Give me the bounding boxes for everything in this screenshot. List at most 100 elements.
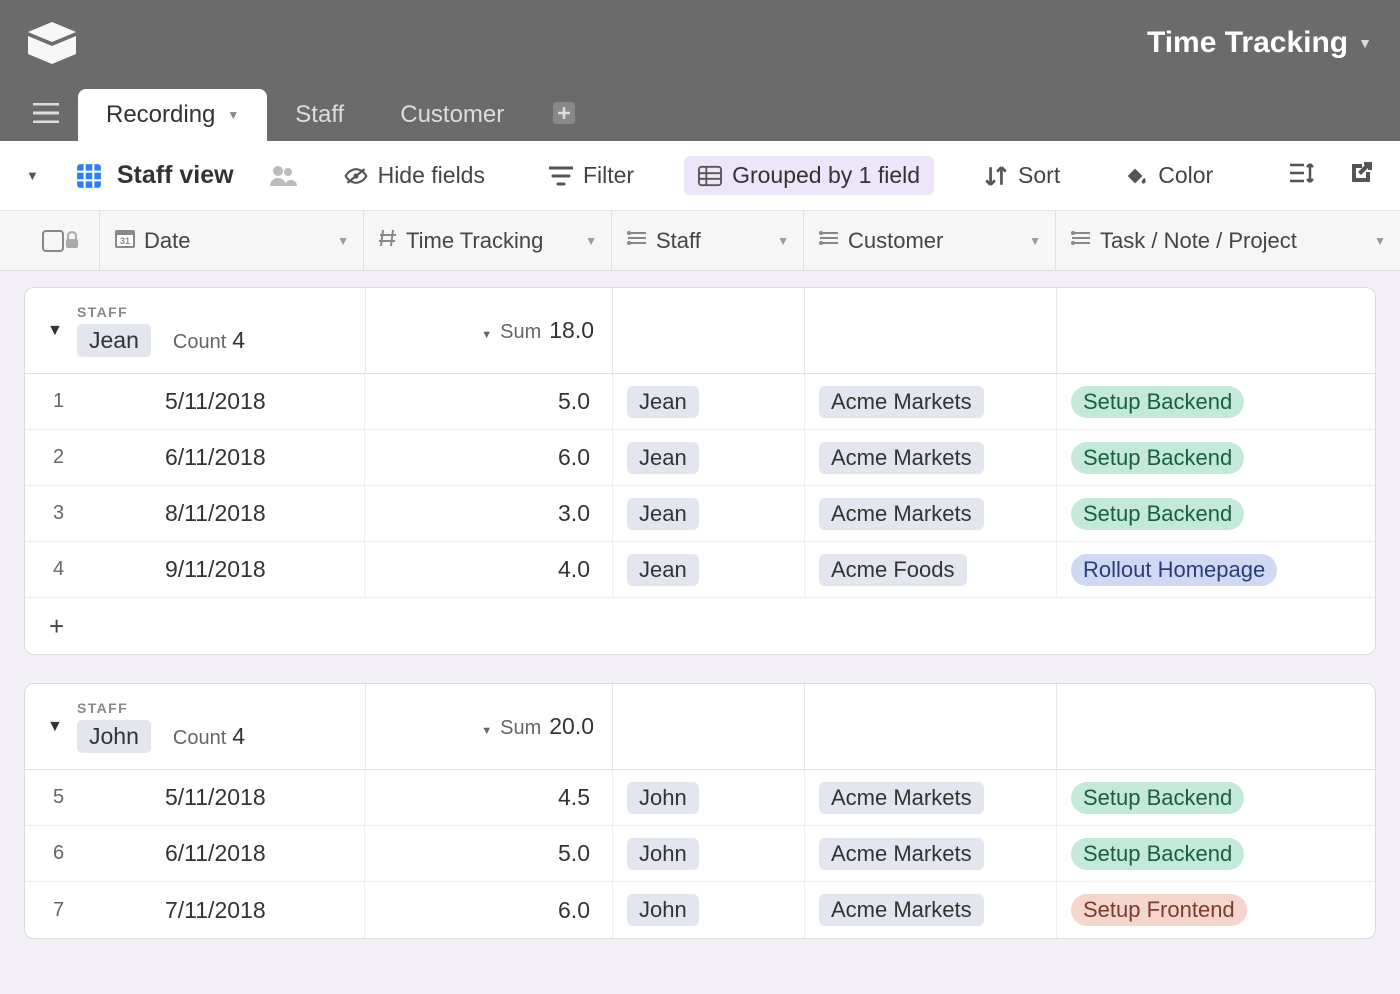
add-tab-button[interactable] xyxy=(540,89,588,137)
column-header-time[interactable]: Time Tracking ▼ xyxy=(364,211,612,270)
row-number: 5 xyxy=(25,770,123,825)
column-header-date[interactable]: 31 Date ▼ xyxy=(100,211,364,270)
row-number: 3 xyxy=(25,486,123,541)
view-selector[interactable]: Staff view xyxy=(75,161,234,190)
row-height-button[interactable] xyxy=(1288,161,1314,191)
cell-task[interactable]: Setup Backend xyxy=(1057,430,1375,485)
cell-task[interactable]: Setup Frontend xyxy=(1057,882,1375,938)
group-button[interactable]: Grouped by 1 field xyxy=(684,156,934,195)
table-row[interactable]: 5 5/11/2018 4.5 John Acme Markets Setup … xyxy=(25,770,1375,826)
color-label: Color xyxy=(1158,162,1213,189)
cell-date[interactable]: 6/11/2018 xyxy=(123,826,365,881)
filter-button[interactable]: Filter xyxy=(535,156,648,195)
table-row[interactable]: 7 7/11/2018 6.0 John Acme Markets Setup … xyxy=(25,882,1375,938)
column-label: Time Tracking xyxy=(406,228,543,254)
tab-staff[interactable]: Staff xyxy=(267,89,372,141)
cell-date[interactable]: 5/11/2018 xyxy=(123,770,365,825)
cell-date[interactable]: 6/11/2018 xyxy=(123,430,365,485)
group-block: ▼ STAFF Jean Count 4 ▼ Sum 18.0 xyxy=(24,287,1376,655)
tab-recording[interactable]: Recording▼ xyxy=(78,89,267,141)
cell-time[interactable]: 3.0 xyxy=(365,486,613,541)
cell-time[interactable]: 6.0 xyxy=(365,430,613,485)
cell-time[interactable]: 6.0 xyxy=(365,882,613,938)
cell-staff[interactable]: Jean xyxy=(613,430,805,485)
cell-time[interactable]: 4.0 xyxy=(365,542,613,597)
cell-date[interactable]: 5/11/2018 xyxy=(123,374,365,429)
cell-staff[interactable]: John xyxy=(613,882,805,938)
caret-down-icon: ▼ xyxy=(481,329,492,341)
customer-pill: Acme Markets xyxy=(819,782,984,814)
caret-down-icon[interactable]: ▼ xyxy=(1374,234,1386,248)
cell-staff[interactable]: John xyxy=(613,770,805,825)
cell-task[interactable]: Setup Backend xyxy=(1057,374,1375,429)
cell-customer[interactable]: Acme Foods xyxy=(805,542,1057,597)
cell-staff[interactable]: Jean xyxy=(613,542,805,597)
grid-icon xyxy=(75,162,103,190)
calendar-icon: 31 xyxy=(114,227,136,255)
task-pill: Setup Backend xyxy=(1071,386,1244,418)
table-row[interactable]: 1 5/11/2018 5.0 Jean Acme Markets Setup … xyxy=(25,374,1375,430)
collapse-icon[interactable]: ▼ xyxy=(47,322,77,340)
link-icon xyxy=(626,229,648,253)
column-header-staff[interactable]: Staff ▼ xyxy=(612,211,804,270)
cell-date[interactable]: 9/11/2018 xyxy=(123,542,365,597)
caret-down-icon[interactable]: ▼ xyxy=(337,234,349,248)
caret-down-icon[interactable]: ▼ xyxy=(1029,234,1041,248)
caret-down-icon[interactable]: ▼ xyxy=(585,234,597,248)
task-pill: Setup Backend xyxy=(1071,498,1244,530)
tab-customer[interactable]: Customer xyxy=(372,89,532,141)
cell-time[interactable]: 5.0 xyxy=(365,826,613,881)
group-count: Count 4 xyxy=(173,723,245,750)
cell-task[interactable]: Rollout Homepage xyxy=(1057,542,1375,597)
cell-task[interactable]: Setup Backend xyxy=(1057,770,1375,825)
cell-customer[interactable]: Acme Markets xyxy=(805,374,1057,429)
sort-icon xyxy=(984,164,1008,188)
collapse-icon[interactable]: ▼ xyxy=(47,718,77,736)
app-title-dropdown[interactable]: Time Tracking ▼ xyxy=(1147,26,1372,60)
cell-customer[interactable]: Acme Markets xyxy=(805,770,1057,825)
add-row-button[interactable]: + xyxy=(25,598,1375,654)
views-menu-caret[interactable]: ▼ xyxy=(26,168,39,183)
hamburger-menu-button[interactable] xyxy=(22,89,70,137)
cell-customer[interactable]: Acme Markets xyxy=(805,826,1057,881)
row-number: 7 xyxy=(25,882,123,938)
tab-label: Staff xyxy=(295,101,344,129)
cell-customer[interactable]: Acme Markets xyxy=(805,430,1057,485)
column-header-task[interactable]: Task / Note / Project ▼ xyxy=(1056,211,1400,270)
link-icon xyxy=(1070,229,1092,253)
sort-button[interactable]: Sort xyxy=(970,156,1074,195)
select-all-checkbox[interactable] xyxy=(42,230,64,252)
caret-down-icon[interactable]: ▼ xyxy=(777,234,789,248)
cell-time[interactable]: 4.5 xyxy=(365,770,613,825)
group-sum[interactable]: ▼ Sum 20.0 xyxy=(365,684,613,769)
cell-time[interactable]: 5.0 xyxy=(365,374,613,429)
share-button[interactable] xyxy=(1348,160,1374,192)
customer-pill: Acme Markets xyxy=(819,498,984,530)
cell-staff[interactable]: John xyxy=(613,826,805,881)
hide-fields-button[interactable]: Hide fields xyxy=(330,156,499,195)
group-sum[interactable]: ▼ Sum 18.0 xyxy=(365,288,613,373)
cell-date[interactable]: 7/11/2018 xyxy=(123,882,365,938)
link-icon xyxy=(818,229,840,253)
table-row[interactable]: 2 6/11/2018 6.0 Jean Acme Markets Setup … xyxy=(25,430,1375,486)
cell-customer[interactable]: Acme Markets xyxy=(805,486,1057,541)
table-row[interactable]: 3 8/11/2018 3.0 Jean Acme Markets Setup … xyxy=(25,486,1375,542)
group-header[interactable]: ▼ STAFF John Count 4 ▼ Sum 20.0 xyxy=(25,684,1375,770)
cell-staff[interactable]: Jean xyxy=(613,486,805,541)
hash-icon xyxy=(378,228,398,254)
group-icon xyxy=(698,164,722,188)
table-row[interactable]: 4 9/11/2018 4.0 Jean Acme Foods Rollout … xyxy=(25,542,1375,598)
collaborators-icon[interactable] xyxy=(270,164,294,188)
filter-label: Filter xyxy=(583,162,634,189)
group-field-label: STAFF xyxy=(77,304,245,320)
cell-customer[interactable]: Acme Markets xyxy=(805,882,1057,938)
column-label: Date xyxy=(144,228,190,254)
cell-staff[interactable]: Jean xyxy=(613,374,805,429)
group-header[interactable]: ▼ STAFF Jean Count 4 ▼ Sum 18.0 xyxy=(25,288,1375,374)
table-row[interactable]: 6 6/11/2018 5.0 John Acme Markets Setup … xyxy=(25,826,1375,882)
cell-date[interactable]: 8/11/2018 xyxy=(123,486,365,541)
column-header-customer[interactable]: Customer ▼ xyxy=(804,211,1056,270)
cell-task[interactable]: Setup Backend xyxy=(1057,486,1375,541)
cell-task[interactable]: Setup Backend xyxy=(1057,826,1375,881)
color-button[interactable]: Color xyxy=(1110,156,1227,195)
